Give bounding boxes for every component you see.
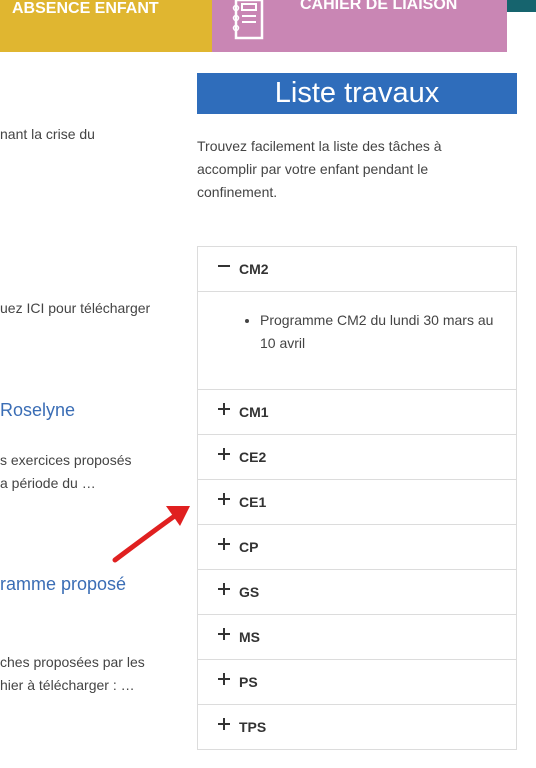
article-excerpt: nant la crise du bbox=[0, 126, 95, 142]
tab-cahier-label: CAHIER DE LIAISON bbox=[300, 0, 458, 13]
accordion-header-ps[interactable]: PS bbox=[198, 660, 516, 705]
level-accordion: CM2 Programme CM2 du lundi 30 mars au 10… bbox=[197, 246, 517, 750]
accordion-panel-cm2: Programme CM2 du lundi 30 mars au 10 avr… bbox=[198, 292, 516, 390]
accordion-label: CP bbox=[239, 539, 259, 555]
accordion-header-gs[interactable]: GS bbox=[198, 570, 516, 615]
nav-strip bbox=[507, 0, 536, 12]
article-excerpt: s exercices proposés bbox=[0, 452, 132, 468]
accordion-header-ms[interactable]: MS bbox=[198, 615, 516, 660]
article-title[interactable]: ramme proposé bbox=[0, 574, 126, 595]
accordion-header-cm1[interactable]: CM1 bbox=[198, 390, 516, 435]
accordion-header-cp[interactable]: CP bbox=[198, 525, 516, 570]
article-excerpt: a période du … bbox=[0, 475, 96, 491]
notebook-icon bbox=[230, 0, 270, 45]
accordion-label: CM2 bbox=[239, 261, 269, 277]
accordion-header-ce2[interactable]: CE2 bbox=[198, 435, 516, 480]
plus-icon bbox=[218, 403, 230, 415]
minus-icon bbox=[218, 260, 230, 272]
accordion-label: GS bbox=[239, 584, 260, 600]
plus-icon bbox=[218, 718, 230, 730]
accordion-header-ce1[interactable]: CE1 bbox=[198, 480, 516, 525]
plus-icon bbox=[218, 583, 230, 595]
accordion-label: MS bbox=[239, 629, 260, 645]
article-excerpt: hier à télécharger : … bbox=[0, 677, 135, 693]
task-link[interactable]: Programme CM2 du lundi 30 mars au 10 avr… bbox=[260, 309, 500, 355]
tab-cahier-de-liaison[interactable]: CAHIER DE LIAISON bbox=[212, 0, 507, 52]
plus-icon bbox=[218, 673, 230, 685]
plus-icon bbox=[218, 448, 230, 460]
plus-icon bbox=[218, 493, 230, 505]
accordion-label: CM1 bbox=[239, 404, 269, 420]
sidebar-title: Liste travaux bbox=[197, 73, 517, 114]
accordion-label: TPS bbox=[239, 719, 267, 735]
accordion-label: CE2 bbox=[239, 449, 267, 465]
article-title[interactable]: Roselyne bbox=[0, 400, 75, 421]
red-arrow bbox=[112, 506, 190, 563]
task-list: Programme CM2 du lundi 30 mars au 10 avr… bbox=[260, 309, 500, 355]
plus-icon bbox=[218, 628, 230, 640]
sidebar-description: Trouvez facilement la liste des tâches à… bbox=[197, 138, 442, 200]
accordion-header-tps[interactable]: TPS bbox=[198, 705, 516, 749]
collapsed-sections: CM1 CE2 CE1 CP GS MS PS TPS bbox=[198, 390, 516, 749]
article-list: nant la crise du uez ICI pour télécharge… bbox=[0, 0, 190, 768]
accordion-label: PS bbox=[239, 674, 258, 690]
accordion-header-cm2[interactable]: CM2 bbox=[198, 247, 516, 292]
accordion-label: CE1 bbox=[239, 494, 267, 510]
plus-icon bbox=[218, 538, 230, 550]
article-excerpt: ches proposées par les bbox=[0, 654, 145, 670]
article-excerpt-link[interactable]: uez ICI pour télécharger bbox=[0, 297, 150, 320]
